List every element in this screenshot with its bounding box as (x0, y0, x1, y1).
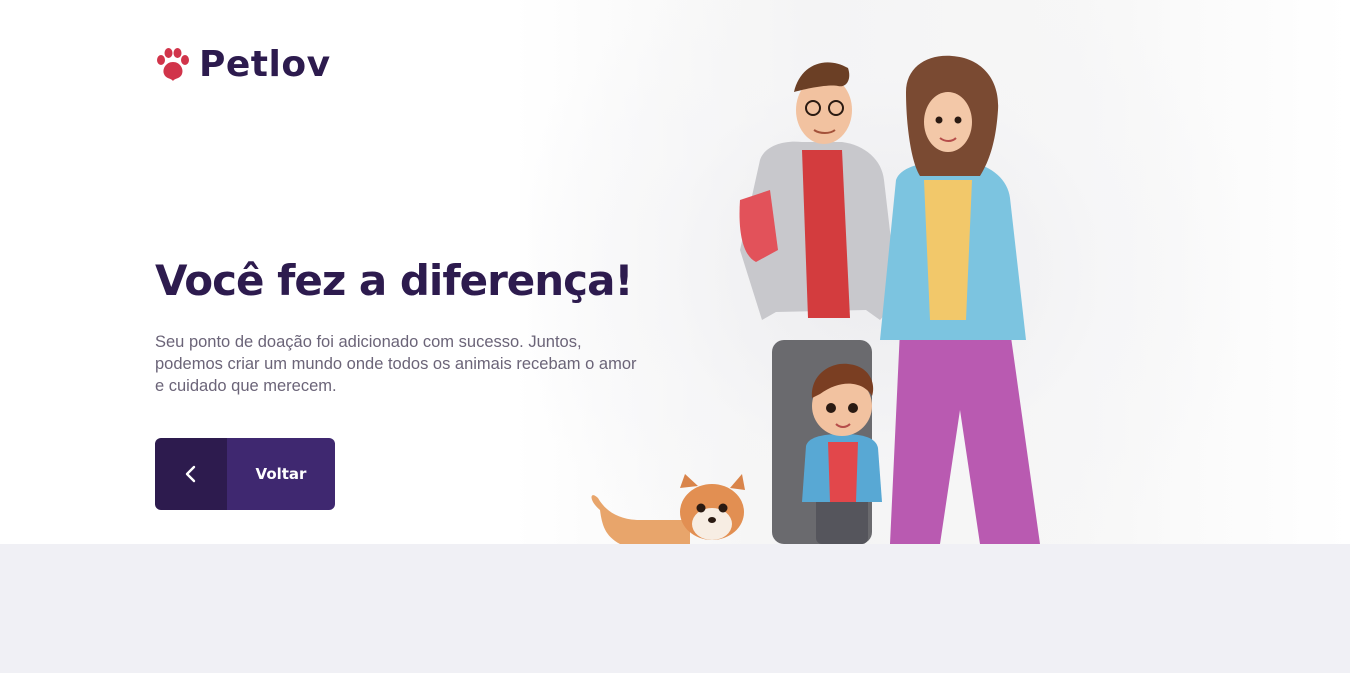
dog-figure (591, 474, 745, 544)
page-title: Você fez a diferença! (155, 256, 634, 305)
footer-band (0, 544, 1350, 673)
logo-text: Petlov (199, 44, 331, 85)
back-button-icon-area[interactable] (155, 438, 227, 510)
logo[interactable]: Petlov (155, 44, 331, 85)
family-with-dog-illustration (591, 55, 1040, 544)
paw-icon (157, 47, 189, 81)
woman-figure (880, 55, 1040, 544)
success-message: Seu ponto de doação foi adicionado com s… (155, 333, 637, 395)
back-button-label[interactable]: Voltar (227, 438, 335, 510)
hero-section: Petlov Você fez a diferença! Seu ponto d… (0, 0, 1350, 544)
chevron-left-icon (185, 465, 196, 483)
back-button[interactable]: Voltar (155, 438, 335, 510)
